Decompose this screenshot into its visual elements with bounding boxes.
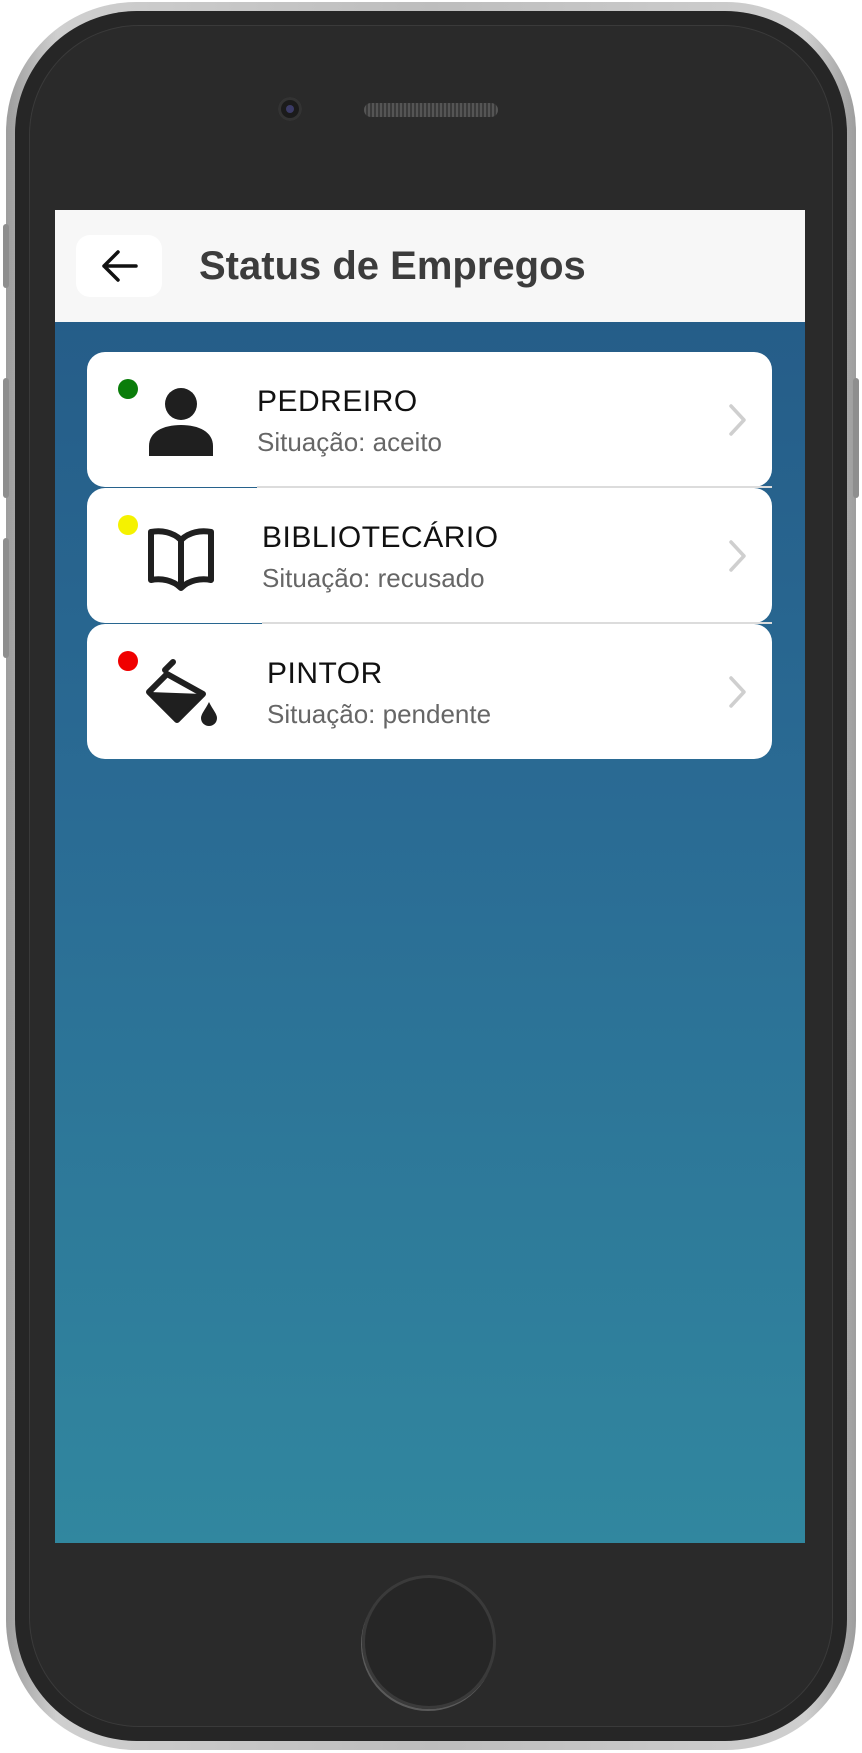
job-card-pintor[interactable]: PINTOR Situação: pendente xyxy=(87,624,772,759)
job-text: PEDREIRO Situação: aceito xyxy=(257,382,442,460)
chevron-right-icon xyxy=(729,675,746,708)
chevron-right-icon xyxy=(729,403,746,436)
chevron-right-icon xyxy=(729,539,746,572)
home-button[interactable] xyxy=(362,1575,496,1709)
app-screen: Status de Empregos PEDREIRO Situação: ac… xyxy=(55,210,805,1543)
status-dot-accepted xyxy=(118,379,138,399)
job-title: PEDREIRO xyxy=(257,385,418,418)
arrow-left-icon xyxy=(102,250,138,282)
back-button[interactable] xyxy=(76,235,162,297)
front-camera xyxy=(278,97,302,121)
job-title: BIBLIOTECÁRIO xyxy=(262,521,499,554)
book-open-icon xyxy=(148,528,214,591)
earpiece-speaker xyxy=(364,103,498,117)
volume-down-button xyxy=(3,538,9,658)
status-dot-pending xyxy=(118,651,138,671)
job-card-bibliotecario[interactable]: BIBLIOTECÁRIO Situação: recusado xyxy=(87,488,772,624)
page-title: Status de Empregos xyxy=(199,244,586,288)
mute-switch xyxy=(3,224,9,288)
job-list: PEDREIRO Situação: aceito BIBLIOTECÁRIO … xyxy=(87,352,772,759)
job-status: Situação: pendente xyxy=(267,699,492,729)
paint-bucket-icon xyxy=(146,659,217,726)
job-status: Situação: aceito xyxy=(257,427,443,457)
status-dot-refused xyxy=(118,515,138,535)
person-icon xyxy=(149,388,213,456)
app-header: Status de Empregos xyxy=(55,210,805,322)
job-card-pedreiro[interactable]: PEDREIRO Situação: aceito xyxy=(87,352,772,488)
volume-up-button xyxy=(3,378,9,498)
job-text: BIBLIOTECÁRIO Situação: recusado xyxy=(262,518,499,596)
job-status: Situação: recusado xyxy=(262,563,485,593)
power-button xyxy=(853,378,859,498)
job-title: PINTOR xyxy=(267,657,383,690)
job-text: PINTOR Situação: pendente xyxy=(267,654,491,732)
